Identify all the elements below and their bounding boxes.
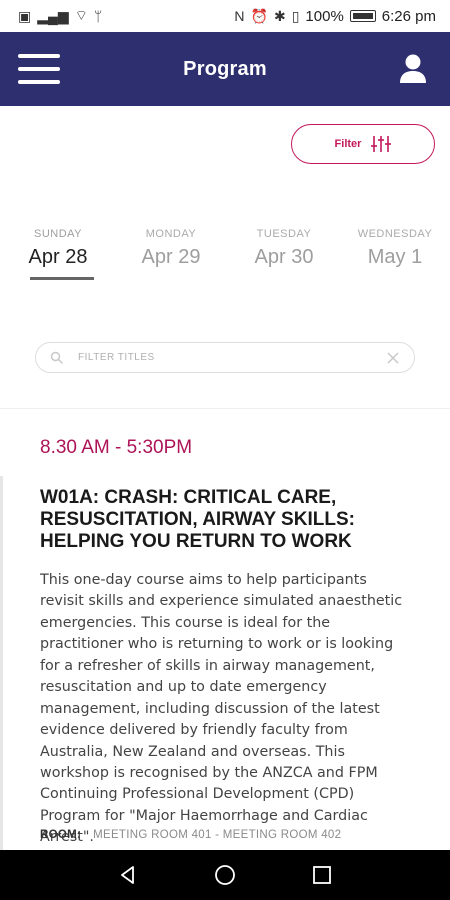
session-card[interactable]: 8.30 AM - 5:30PM W01A: CRASH: CRITICAL C… [0,409,450,850]
hamburger-icon[interactable] [18,54,60,84]
home-icon[interactable] [205,855,245,895]
date-tab-dow: TUESDAY [256,228,312,240]
date-tab-monday[interactable]: MONDAY Apr 29 [116,228,226,269]
page-title: Program [183,57,267,80]
alarm-icon: ⏰ [250,7,268,24]
date-tab-dow: SUNDAY [33,228,83,240]
status-left: ▣ ▂▄▆ ⌔ ᛘ [18,7,102,25]
search-bar [35,342,415,373]
date-tab-day: Apr 29 [141,246,201,268]
back-icon[interactable] [108,855,148,895]
usb-icon: ᛘ [93,8,103,24]
date-tab-day: Apr 30 [254,246,314,268]
sliders-icon [371,135,392,153]
battery-icon [349,10,376,22]
search-input[interactable] [78,352,386,363]
session-time: 8.30 AM - 5:30PM [40,437,193,458]
session-accent-bar [0,476,3,850]
vibrate-icon: ▯ [291,7,300,24]
recents-icon[interactable] [302,855,342,895]
room-label: ROOM: [40,829,82,841]
date-tab-tuesday[interactable]: TUESDAY Apr 30 [229,228,339,269]
status-right: N ⏰ ✱ ▯ 100% 6:26 pm [234,8,436,25]
session-room: ROOM: MEETING ROOM 401 - MEETING ROOM 402 [40,829,341,841]
wifi-icon: ⌔ [74,7,88,23]
status-bar: ▣ ▂▄▆ ⌔ ᛘ N ⏰ ✱ ▯ 100% 6:26 pm [0,0,450,32]
session-title: W01A: CRASH: CRITICAL CARE, RESUSCITATIO… [40,487,355,553]
bluetooth-icon: ✱ [273,7,286,24]
room-value: MEETING ROOM 401 - MEETING ROOM 402 [93,829,342,841]
date-tab-wednesday[interactable]: WEDNESDAY May 1 [340,228,450,269]
system-nav-bar [0,850,450,900]
filter-label: Filter [334,138,362,150]
status-time: 6:26 pm [381,7,436,25]
date-tab-day: May 1 [367,246,423,268]
date-tab-dow: MONDAY [145,228,197,240]
date-tab-dow: WEDNESDAY [357,228,433,240]
nfc-icon: N [234,8,245,24]
date-tab-day: Apr 28 [28,246,88,268]
app-bar: Program [0,32,450,106]
filter-button[interactable]: Filter [291,124,435,164]
person-icon[interactable] [398,52,428,86]
clear-icon[interactable] [386,351,400,365]
battery-percent: 100% [305,7,344,25]
date-tabs: SUNDAY Apr 28 MONDAY Apr 29 TUESDAY Apr … [0,228,450,284]
search-icon [50,351,64,365]
signal-icon: ▂▄▆ [37,7,69,24]
sim-icon: ▣ [18,7,32,24]
active-tab-indicator [30,277,94,280]
date-tab-sunday[interactable]: SUNDAY Apr 28 [3,228,113,280]
session-description: This one-day course aims to help partici… [40,572,403,846]
